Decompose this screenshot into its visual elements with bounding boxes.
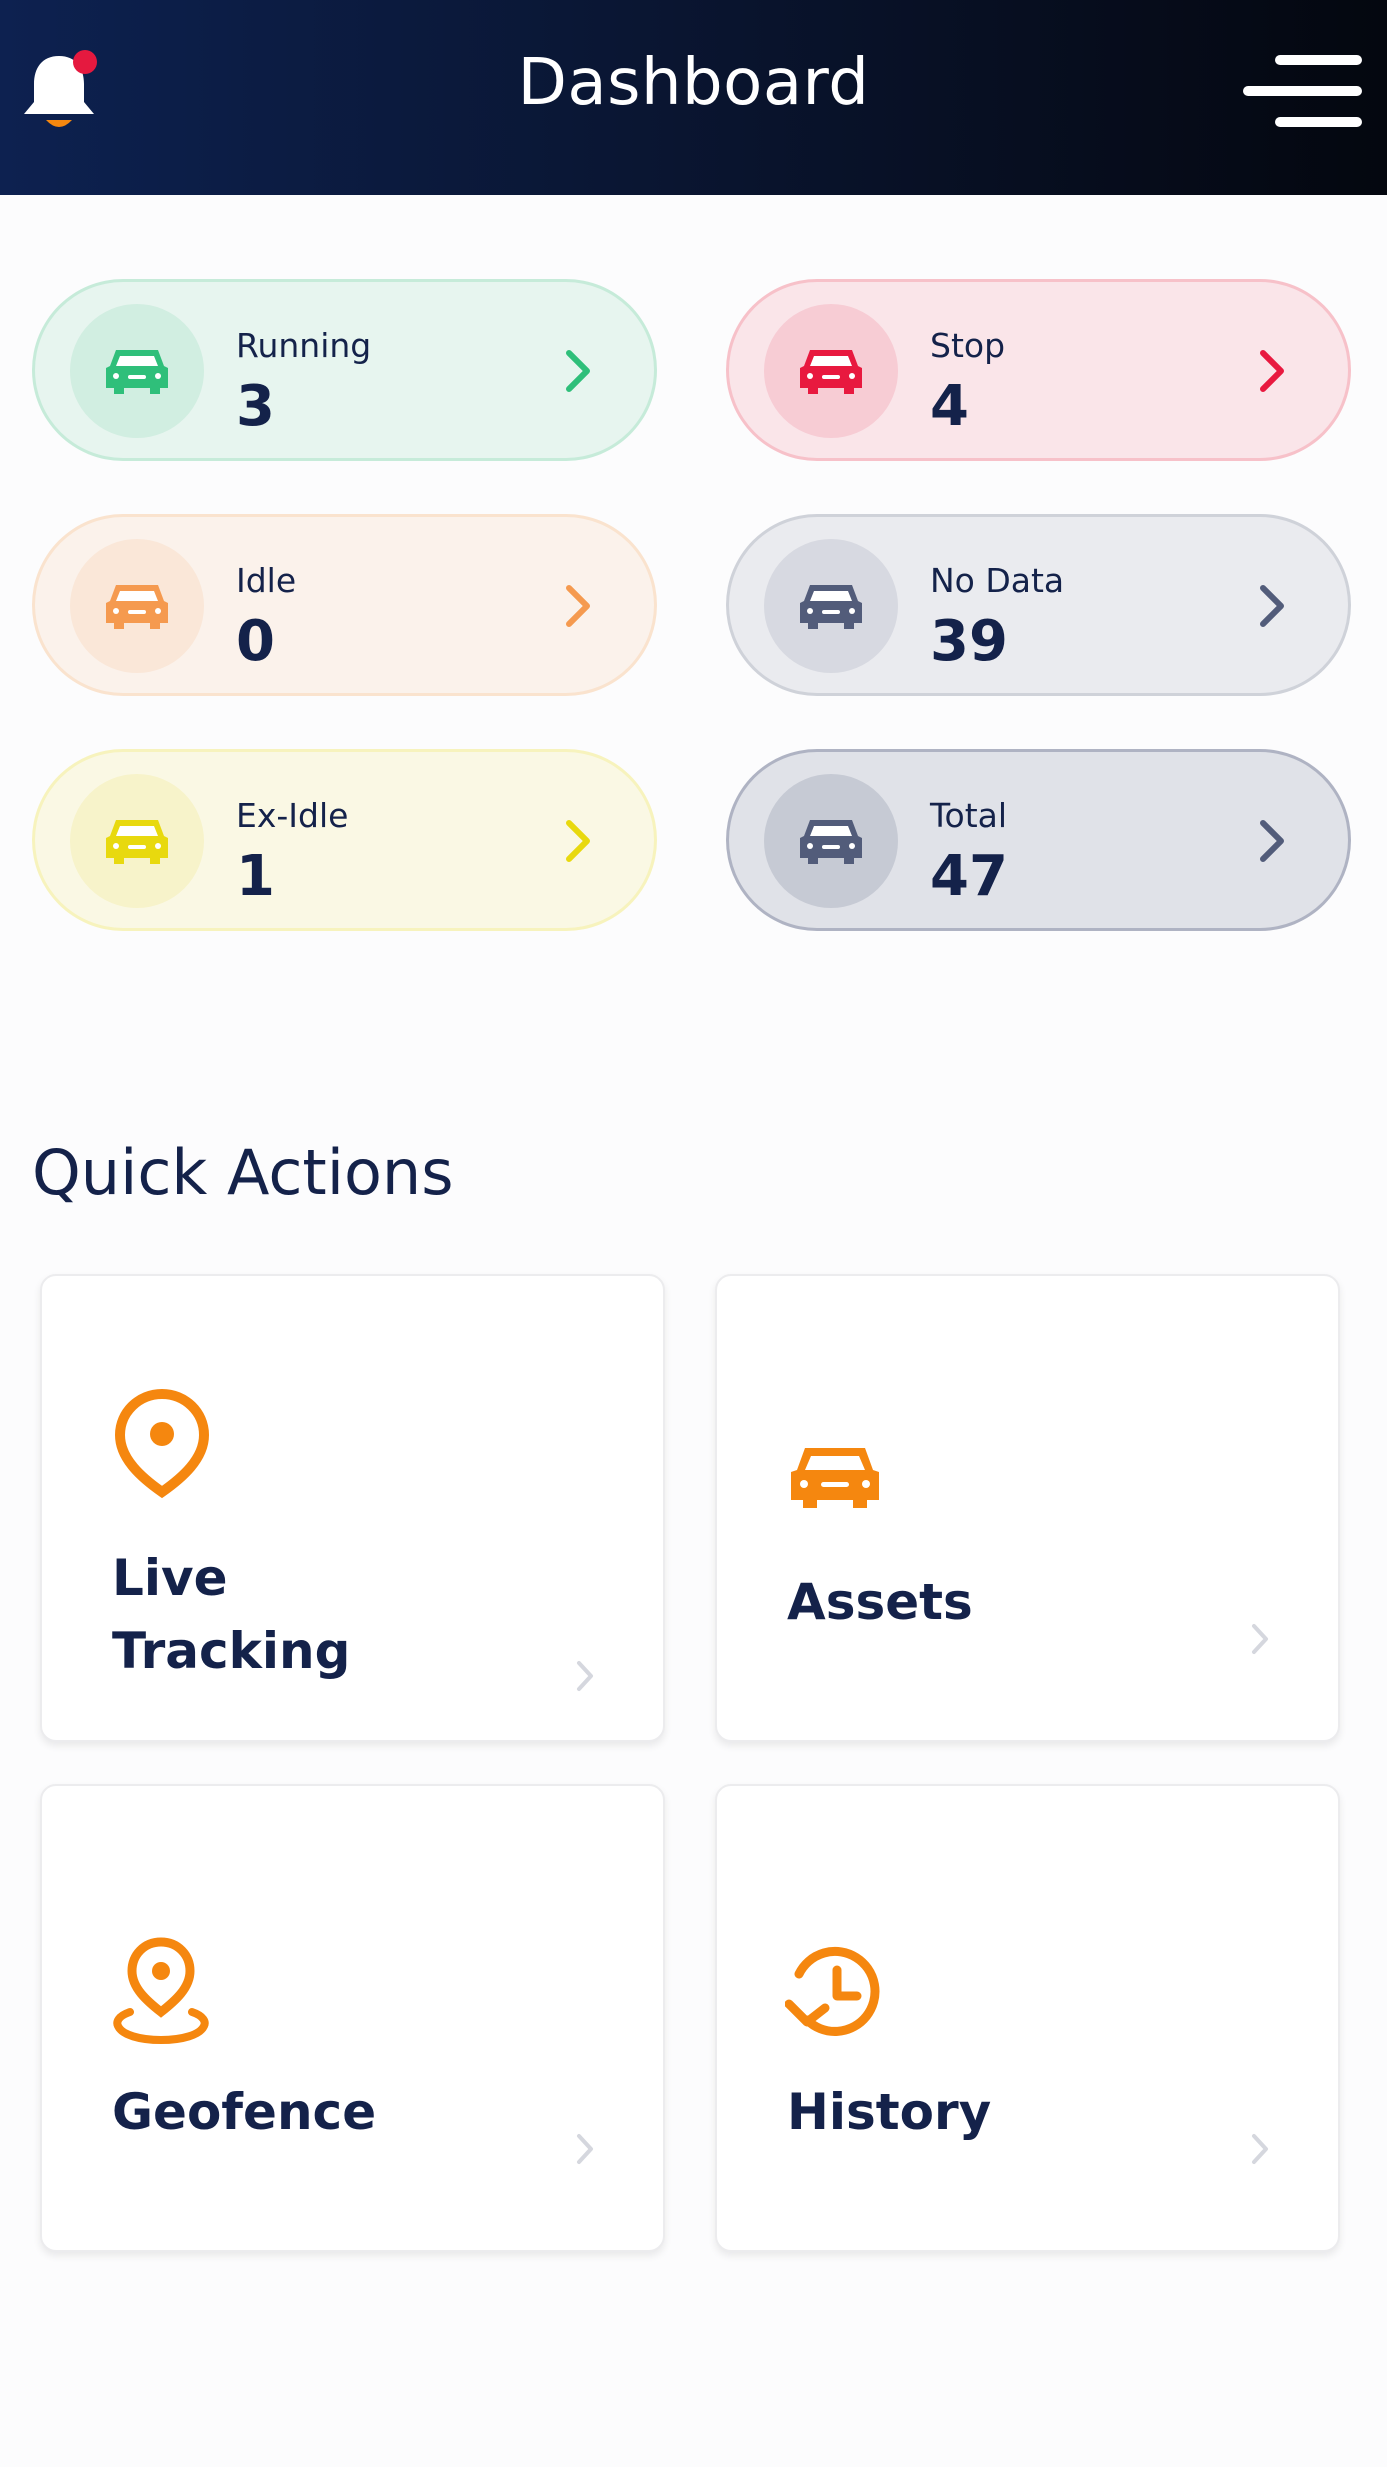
chevron-right-icon: [1252, 1624, 1268, 1654]
hamburger-menu-icon[interactable]: [1240, 52, 1365, 130]
page-title: Dashboard: [517, 46, 870, 120]
car-icon: [106, 350, 168, 394]
quick-actions-title: Quick Actions: [32, 1136, 454, 1209]
car-icon: [106, 585, 168, 629]
live-tracking-line1: Live: [112, 1549, 228, 1607]
history-card[interactable]: History: [715, 1784, 1340, 2252]
status-label: Ex-Idle: [236, 796, 349, 835]
status-count: 47: [930, 844, 1008, 909]
history-icon: [785, 1946, 880, 2036]
status-count: 3: [236, 374, 275, 439]
chevron-right-icon: [1252, 2134, 1268, 2164]
chevron-right-icon: [577, 2134, 593, 2164]
status-card-total[interactable]: Total 47: [726, 749, 1351, 931]
history-label: History: [787, 2083, 992, 2141]
car-icon: [791, 1448, 879, 1508]
chevron-right-icon: [566, 585, 590, 627]
live-tracking-line2: Tracking: [112, 1622, 351, 1680]
status-icon-circle: [70, 304, 204, 438]
live-tracking-card[interactable]: Live Tracking: [40, 1274, 665, 1742]
status-label: No Data: [930, 561, 1065, 600]
status-label: Running: [236, 326, 372, 365]
status-icon-circle: [70, 539, 204, 673]
status-card-ex-idle[interactable]: Ex-Idle 1: [32, 749, 657, 931]
chevron-right-icon: [1260, 585, 1284, 627]
status-card-running[interactable]: Running 3: [32, 279, 657, 461]
location-pin-icon: [114, 1388, 210, 1499]
status-count: 1: [236, 844, 275, 909]
status-icon-circle: [764, 304, 898, 438]
geofence-card[interactable]: Geofence: [40, 1784, 665, 2252]
car-icon: [800, 585, 862, 629]
status-count: 4: [930, 374, 969, 439]
geofence-icon: [113, 1937, 209, 2045]
status-icon-circle: [764, 774, 898, 908]
chevron-right-icon: [1260, 820, 1284, 862]
status-icon-circle: [70, 774, 204, 908]
car-icon: [800, 350, 862, 394]
geofence-label: Geofence: [112, 2083, 377, 2141]
status-label: Total: [930, 796, 1008, 835]
status-card-stop[interactable]: Stop 4: [726, 279, 1351, 461]
car-icon: [800, 820, 862, 864]
status-count: 39: [930, 609, 1008, 674]
status-card-no-data[interactable]: No Data 39: [726, 514, 1351, 696]
chevron-right-icon: [566, 350, 590, 392]
live-tracking-label: Live Tracking: [112, 1542, 350, 1688]
status-count: 0: [236, 609, 275, 674]
chevron-right-icon: [1260, 350, 1284, 392]
assets-card[interactable]: Assets: [715, 1274, 1340, 1742]
status-icon-circle: [764, 539, 898, 673]
chevron-right-icon: [577, 1661, 593, 1691]
status-card-idle[interactable]: Idle 0: [32, 514, 657, 696]
chevron-right-icon: [566, 820, 590, 862]
assets-label: Assets: [787, 1573, 973, 1631]
app-header: Dashboard: [0, 0, 1387, 195]
status-label: Idle: [236, 561, 297, 600]
car-icon: [106, 820, 168, 864]
status-label: Stop: [930, 326, 1006, 365]
